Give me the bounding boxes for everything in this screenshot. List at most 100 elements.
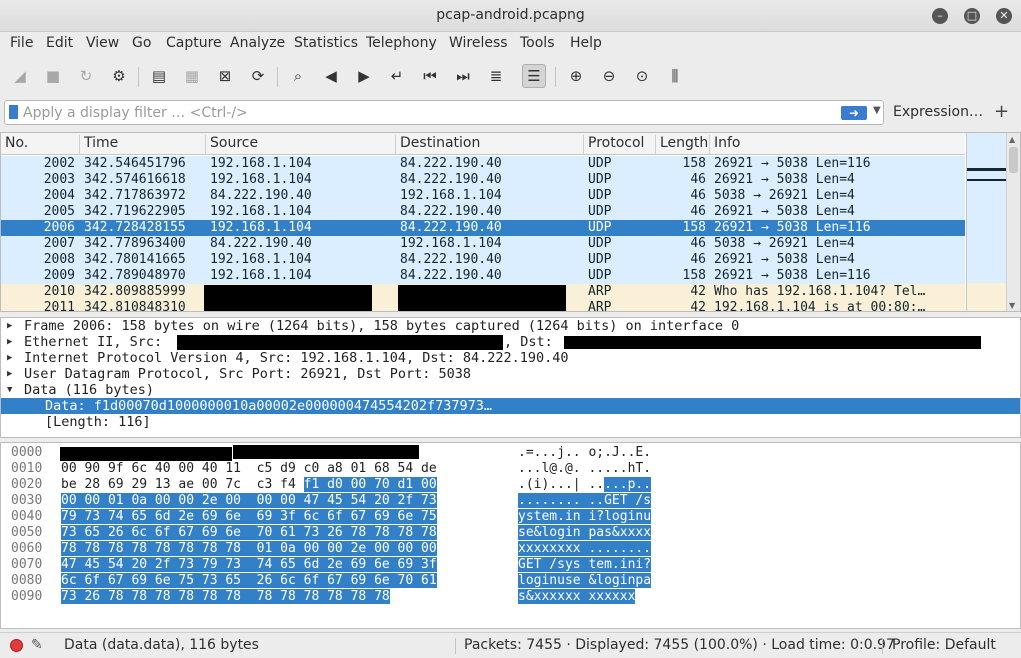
column-time[interactable]: Time xyxy=(84,135,118,155)
reload-file-icon[interactable]: ⟳ xyxy=(246,64,270,88)
normal-size-icon[interactable]: ⊙ xyxy=(630,64,654,88)
table-row[interactable]: 2011 342.810848310 ARP 42 192.168.1.104 is a… xyxy=(1,300,965,311)
display-filter-input[interactable] xyxy=(23,103,823,122)
detail-udp[interactable]: ▶ User Datagram Protocol, Src Port: 2692… xyxy=(1,366,1020,382)
bytes-hex[interactable]: 00 90 9f 6c 40 00 40 11 c5 d9 c0 a8 01 6… xyxy=(61,461,437,477)
save-file-icon[interactable]: ▦ xyxy=(180,64,204,88)
column-source[interactable]: Source xyxy=(210,135,258,155)
status-packets: Packets: 7455 · Displayed: 7455 (100.0%)… xyxy=(464,637,895,653)
bytes-ascii[interactable]: .(i)...| .....p.. xyxy=(518,477,652,493)
table-row[interactable]: 2009 342.789048970 192.168.1.104 84.222.190… xyxy=(1,268,965,284)
zoom-in-icon[interactable]: ⊕ xyxy=(564,64,588,88)
cell-info: 26921 → 5038 Len=4 xyxy=(714,172,855,187)
collapse-arrow-icon[interactable]: ▼ xyxy=(7,382,12,398)
apply-filter-arrow-icon[interactable]: ➜ xyxy=(841,106,867,120)
maximize-icon[interactable]: □ xyxy=(964,8,980,24)
bytes-ascii[interactable]: s&xxxxxx xxxxxx xyxy=(518,589,636,605)
restart-capture-icon[interactable]: ↻ xyxy=(74,64,98,88)
start-capture-icon[interactable]: ◢ xyxy=(8,64,32,88)
close-file-icon[interactable]: ⊠ xyxy=(213,64,237,88)
detail-frame[interactable]: ▶ Frame 2006: 158 bytes on wire (1264 bi… xyxy=(1,318,1020,334)
bytes-hex[interactable]: 78 78 78 78 78 78 78 78 01 0a 00 00 2e 0… xyxy=(61,541,437,557)
detail-data[interactable]: ▼ Data (116 bytes) xyxy=(1,382,1020,398)
column-info[interactable]: Info xyxy=(714,135,741,155)
capture-comment-icon[interactable]: ✎ xyxy=(31,637,43,653)
bytes-ascii[interactable]: ...l@.@. .....hT. xyxy=(518,461,651,477)
go-back-icon[interactable]: ◀ xyxy=(319,64,343,88)
bytes-hex[interactable]: 6c 6f 67 69 6e 75 73 65 26 6c 6f 67 69 6… xyxy=(61,573,437,589)
expand-arrow-icon[interactable]: ▶ xyxy=(7,318,12,334)
detail-ethernet[interactable]: ▶ Ethernet II, Src: , Dst: xyxy=(1,334,1020,350)
menu-file[interactable]: File xyxy=(10,35,33,51)
detail-ip[interactable]: ▶ Internet Protocol Version 4, Src: 192.… xyxy=(1,350,1020,366)
menu-tools[interactable]: Tools xyxy=(520,35,555,51)
column-no[interactable]: No. xyxy=(5,135,28,155)
bytes-hex[interactable]: 73 65 26 6c 6f 67 69 6e 70 61 73 26 78 7… xyxy=(61,525,437,541)
expand-arrow-icon[interactable]: ▶ xyxy=(7,366,12,382)
table-row[interactable]: 2003 342.574616618 192.168.1.104 84.222.190… xyxy=(1,172,965,188)
table-row[interactable]: 2004 342.717863972 84.222.190.40 192.168.1.… xyxy=(1,188,965,204)
packet-details[interactable]: ▶ Frame 2006: 158 bytes on wire (1264 bi… xyxy=(0,317,1021,438)
expand-arrow-icon[interactable]: ▶ xyxy=(7,334,12,350)
bytes-ascii[interactable]: ystem.in i?loginu xyxy=(518,509,652,525)
bytes-ascii[interactable]: GET /sys tem.ini? xyxy=(518,557,652,573)
bytes-ascii[interactable]: se&login pas&xxxx xyxy=(518,525,652,541)
bytes-hex[interactable]: 47 45 54 20 2f 73 79 73 74 65 6d 2e 69 6… xyxy=(61,557,437,573)
table-row[interactable]: 2005 342.719622905 192.168.1.104 84.222.190… xyxy=(1,204,965,220)
zoom-out-icon[interactable]: ⊖ xyxy=(597,64,621,88)
detail-data-value[interactable]: Data: f1d00070d1000000010a00002e00000047… xyxy=(1,398,1020,414)
packet-list[interactable]: No. Time Source Destination Protocol Len… xyxy=(0,132,1021,312)
first-packet-icon[interactable]: ⏮ xyxy=(418,64,442,88)
menu-telephony[interactable]: Telephony xyxy=(366,35,437,51)
menu-capture[interactable]: Capture xyxy=(166,35,222,51)
go-forward-icon[interactable]: ▶ xyxy=(352,64,376,88)
table-row[interactable]: 2006 342.728428155 192.168.1.104 84.222.190… xyxy=(1,220,965,236)
menu-view[interactable]: View xyxy=(86,35,119,51)
column-destination[interactable]: Destination xyxy=(400,135,480,155)
bytes-ascii[interactable]: xxxxxxxx ........ xyxy=(518,541,652,557)
open-file-icon[interactable]: ▤ xyxy=(147,64,171,88)
bytes-ascii[interactable]: .=...j.. o;.J..E. xyxy=(518,445,651,461)
stop-capture-icon[interactable]: ■ xyxy=(41,64,65,88)
display-filter-box[interactable]: ➜ ▼ xyxy=(4,100,884,125)
table-row[interactable]: 2007 342.778963400 84.222.190.40 192.168.1.… xyxy=(1,236,965,252)
expert-info-icon[interactable] xyxy=(10,639,23,652)
bytes-ascii[interactable]: loginuse &loginpa xyxy=(518,573,652,589)
menu-analyze[interactable]: Analyze xyxy=(230,35,285,51)
packet-bytes[interactable]: 0090 73 26 78 78 78 78 78 78 78 78 78 78 … xyxy=(0,442,1021,629)
detail-data-length[interactable]: [Length: 116] xyxy=(1,414,1020,430)
minimize-icon[interactable]: – xyxy=(932,8,948,24)
bytes-hex[interactable]: 00 00 01 0a 00 00 2e 00 00 00 47 45 54 2… xyxy=(61,493,437,509)
table-row[interactable]: 2010 342.809885999 ARP 42 Who has 192.168.1.… xyxy=(1,284,965,300)
go-to-packet-icon[interactable]: ↵ xyxy=(385,64,409,88)
expand-arrow-icon[interactable]: ▶ xyxy=(7,350,12,366)
capture-options-icon[interactable]: ⚙ xyxy=(107,64,131,88)
column-length[interactable]: Length xyxy=(660,135,708,155)
menu-wireless[interactable]: Wireless xyxy=(449,35,508,51)
table-row[interactable]: 2008 342.780141665 192.168.1.104 84.222.190… xyxy=(1,252,965,268)
auto-scroll-icon[interactable]: ≣ xyxy=(484,64,508,88)
bytes-hex[interactable]: be 28 69 29 13 ae 00 7c c3 f4 f1 d0 00 7… xyxy=(61,477,437,493)
close-icon[interactable]: ✕ xyxy=(996,8,1012,24)
packet-minimap[interactable] xyxy=(966,133,1007,311)
chevron-down-icon[interactable]: ▼ xyxy=(873,105,881,116)
colorize-icon[interactable]: ☰ xyxy=(522,64,546,88)
last-packet-icon[interactable]: ⏭ xyxy=(451,64,475,88)
menu-statistics[interactable]: Statistics xyxy=(294,35,358,51)
bytes-hex[interactable]: 73 26 78 78 78 78 78 78 78 78 78 78 78 7… xyxy=(61,589,390,605)
resize-columns-icon[interactable]: ⫼ xyxy=(663,64,687,88)
bookmark-icon[interactable] xyxy=(9,105,18,119)
menu-go[interactable]: Go xyxy=(132,35,151,51)
menu-edit[interactable]: Edit xyxy=(46,35,73,51)
status-profile[interactable]: Profile: Default xyxy=(892,637,996,653)
find-packet-icon[interactable]: ⌕ xyxy=(286,64,310,88)
table-row[interactable]: 2002 342.546451796 192.168.1.104 84.222.190… xyxy=(1,156,965,172)
packet-list-scrollbar[interactable]: ▲ ▼ xyxy=(1006,133,1020,311)
bytes-ascii[interactable]: ........ ..GET /s xyxy=(518,493,652,509)
add-filter-button[interactable]: + xyxy=(994,101,1009,122)
bytes-hex[interactable]: 79 73 74 65 6d 2e 69 6e 69 3f 6c 6f 67 6… xyxy=(61,509,437,525)
expression-button[interactable]: Expression… xyxy=(893,104,983,120)
cell-length: 158 xyxy=(682,268,706,283)
menu-help[interactable]: Help xyxy=(570,35,602,51)
column-protocol[interactable]: Protocol xyxy=(588,135,644,155)
